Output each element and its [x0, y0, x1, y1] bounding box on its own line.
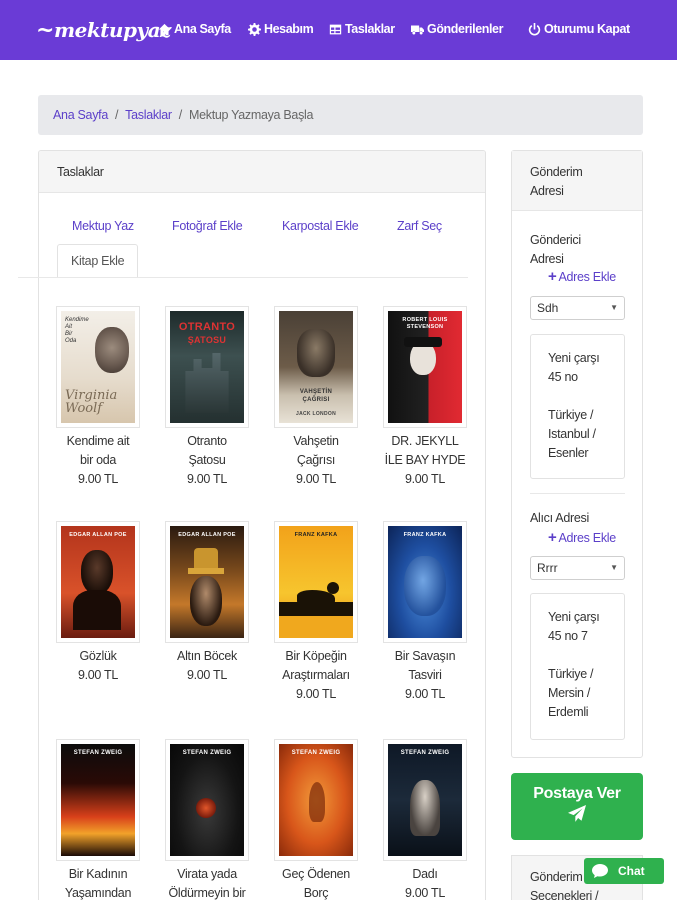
book-cover: STEFAN ZWEIG [165, 739, 249, 861]
book-card[interactable]: EDGAR ALLAN POE Altın Böcek 9.00 TL [152, 521, 262, 685]
book-card[interactable]: OTRANTO ŞATOSU Otranto Şatosu 9.00 TL [152, 306, 262, 489]
book-price: 9.00 TL [186, 668, 228, 682]
post-letter-button[interactable]: Postaya Ver [511, 773, 643, 840]
post-letter-label: Postaya Ver [533, 785, 621, 802]
caret-down-icon: ▼ [610, 563, 618, 572]
power-icon [527, 22, 541, 36]
book-price: 9.00 TL [295, 687, 337, 701]
plus-icon: + [548, 268, 557, 285]
breadcrumb-current: Mektup Yazmaya Başla [188, 108, 314, 122]
book-cover: STEFAN ZWEIG [274, 739, 358, 861]
receiver-address-box: Yeni çarşı 45 no 7 Türkiye / Mersin / Erdeml… [530, 593, 625, 740]
book-cover: ROBERT LOUIS STEVENSON [383, 306, 467, 428]
tab-add-photo[interactable]: Fotoğraf Ekle [172, 219, 243, 233]
table-icon [328, 22, 342, 36]
receiver-address-select[interactable]: Rrrr ▼ [530, 556, 625, 580]
breadcrumb-home[interactable]: Ana Sayfa [53, 108, 108, 122]
breadcrumb-separator: / [178, 108, 183, 122]
book-title: DR. JEKYLL İLE BAY HYDE [384, 434, 466, 467]
receiver-address-label: Alıcı Adresi [530, 511, 589, 525]
receiver-add-address-link[interactable]: + Adres Ekle [548, 529, 616, 546]
book-card[interactable]: EDGAR ALLAN POE Gözlük 9.00 TL [43, 521, 153, 685]
tab-add-book[interactable]: Kitap Ekle [57, 244, 139, 278]
chat-widget-button[interactable]: Chat [584, 858, 664, 884]
book-card[interactable]: VAHŞETİN ÇAĞRISI JACK LONDON Vahşetin Çağ… [261, 306, 371, 489]
plus-icon: + [548, 529, 557, 546]
shipping-address-title: Gönderim Adresi [512, 151, 642, 211]
drafts-panel-title: Taslaklar [39, 151, 485, 193]
nav-sent[interactable]: Gönderilenler [410, 19, 503, 39]
book-cover: OTRANTO ŞATOSU [165, 306, 249, 428]
book-card[interactable]: ROBERT LOUIS STEVENSON DR. JEKYLL İLE BAY… [370, 306, 480, 489]
book-price: 9.00 TL [404, 687, 446, 701]
book-title: Vahşetin Çağrısı [293, 434, 339, 467]
book-card[interactable]: Kendime Ait Bir Oda Virginia Woolf Kendime a… [43, 306, 153, 489]
caret-down-icon: ▼ [610, 303, 618, 312]
book-price: 9.00 TL [77, 472, 119, 486]
book-cover: VAHŞETİN ÇAĞRISI JACK LONDON [274, 306, 358, 428]
book-card[interactable]: FRANZ KAFKA Bir Köpeğin Araştırmaları 9.0… [261, 521, 371, 704]
book-cover: Kendime Ait Bir Oda Virginia Woolf [56, 306, 140, 428]
book-title: Virata yada Öldürmeyin bir [168, 867, 246, 900]
book-price: 9.00 TL [404, 886, 446, 900]
book-card[interactable]: STEFAN ZWEIG Geç Ödenen Borç [261, 739, 371, 900]
nav-account[interactable]: Hesabım [247, 19, 314, 39]
book-price: 9.00 TL [404, 472, 446, 486]
tab-write-letter[interactable]: Mektup Yaz [72, 219, 134, 233]
book-title: Altın Böcek [177, 649, 237, 663]
book-title: Bir Kadının Yaşamından [64, 867, 132, 900]
chat-label: Chat [618, 864, 645, 878]
book-price: 9.00 TL [186, 472, 228, 486]
book-title: Gözlük [79, 649, 117, 663]
book-cover: STEFAN ZWEIG [56, 739, 140, 861]
sender-address-label: Gönderici Adresi [530, 233, 581, 266]
tab-divider [18, 277, 468, 278]
breadcrumb: Ana Sayfa / Taslaklar / Mektup Yazmaya B… [38, 95, 643, 135]
book-title: Geç Ödenen Borç [282, 867, 350, 900]
sender-address-select[interactable]: Sdh ▼ [530, 296, 625, 320]
breadcrumb-drafts[interactable]: Taslaklar [125, 108, 172, 122]
gear-icon [247, 22, 261, 36]
book-cover: EDGAR ALLAN POE [56, 521, 140, 643]
book-title: Otranto Şatosu [187, 434, 227, 467]
book-title: Kendime ait bir oda [66, 434, 130, 467]
book-card[interactable]: STEFAN ZWEIG Bir Kadının Yaşamından [43, 739, 153, 900]
shipping-address-panel: Gönderim Adresi Gönderici Adresi + Adres … [511, 150, 643, 758]
book-card[interactable]: STEFAN ZWEIG Dadı 9.00 TL [370, 739, 480, 900]
top-navbar: ~mektupyaz Ana Sayfa Hesabım Taslaklar G… [0, 0, 677, 60]
book-cover: STEFAN ZWEIG [383, 739, 467, 861]
tab-add-postcard[interactable]: Karpostal Ekle [282, 219, 359, 233]
home-icon [157, 22, 171, 36]
chat-bubble-icon [592, 864, 608, 878]
book-title: Bir Köpeğin Araştırmaları [282, 649, 350, 682]
book-cover: FRANZ KAFKA [383, 521, 467, 643]
sender-address-box: Yeni çarşı 45 no Türkiye / Istanbul / Esenle… [530, 334, 625, 479]
nav-home[interactable]: Ana Sayfa [157, 19, 231, 39]
book-price: 9.00 TL [77, 668, 119, 682]
book-card[interactable]: FRANZ KAFKA Bir Savaşın Tasviri 9.00 TL [370, 521, 480, 704]
book-card[interactable]: STEFAN ZWEIG Virata yada Öldürmeyin bir [152, 739, 262, 900]
brand-logo[interactable]: ~mektupyaz [36, 10, 171, 50]
book-title: Dadı [412, 867, 438, 881]
book-price: 9.00 TL [295, 472, 337, 486]
paper-plane-icon [568, 805, 586, 822]
book-cover: EDGAR ALLAN POE [165, 521, 249, 643]
nav-logout[interactable]: Oturumu Kapat [527, 19, 630, 39]
book-title: Bir Savaşın Tasviri [394, 649, 456, 682]
truck-icon [410, 22, 424, 36]
book-cover: FRANZ KAFKA [274, 521, 358, 643]
sender-add-address-link[interactable]: + Adres Ekle [548, 268, 616, 285]
nav-drafts[interactable]: Taslaklar [328, 19, 395, 39]
breadcrumb-separator: / [114, 108, 119, 122]
tab-choose-envelope[interactable]: Zarf Seç [397, 219, 442, 233]
address-divider [530, 493, 625, 494]
